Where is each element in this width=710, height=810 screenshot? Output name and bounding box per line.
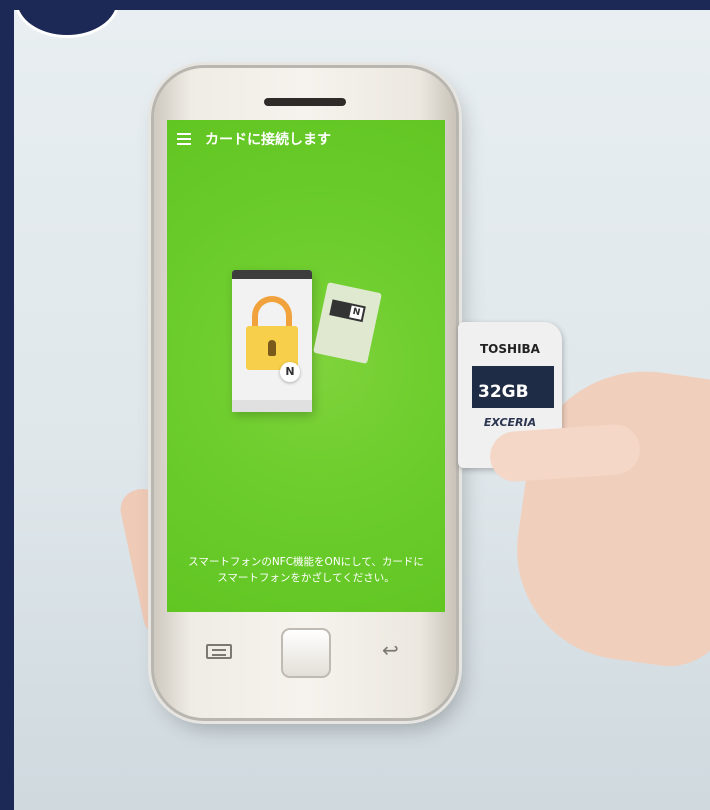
nfc-icon: N xyxy=(280,362,300,382)
instruction-line-2: スマートフォンをかざしてください。 xyxy=(217,572,395,584)
sd-label: 32GB xyxy=(472,366,554,408)
phone-speaker xyxy=(264,98,346,106)
smartphone: カードに接続します N N スマートフォンのNFC機能をONにして、カードに ス… xyxy=(154,68,456,718)
phone-screen: カードに接続します N N スマートフォンのNFC機能をONにして、カードに ス… xyxy=(167,120,445,612)
illustration-phone: N xyxy=(232,270,312,412)
screen-title: カードに接続します xyxy=(205,132,331,148)
instruction-text: スマートフォンのNFC機能をONにして、カードに スマートフォンをかざしてくださ… xyxy=(167,554,445,586)
home-button[interactable] xyxy=(281,628,331,678)
nav-menu-icon[interactable] xyxy=(206,644,232,659)
card-nfc-icon: N xyxy=(349,305,364,320)
right-thumb xyxy=(488,422,642,484)
sd-brand: TOSHIBA xyxy=(480,342,540,356)
instruction-line-1: スマートフォンのNFC機能をONにして、カードに xyxy=(188,556,424,568)
sd-capacity: 32GB xyxy=(478,382,529,402)
corner-badge xyxy=(14,10,120,38)
sd-series: EXCERIA xyxy=(483,416,537,429)
lock-icon xyxy=(252,296,292,330)
back-icon[interactable]: ↩ xyxy=(382,640,410,660)
photo-scene: カードに接続します N N スマートフォンのNFC機能をONにして、カードに ス… xyxy=(14,10,710,810)
menu-icon[interactable] xyxy=(177,133,191,145)
illustration-sd-card: N xyxy=(313,282,382,364)
